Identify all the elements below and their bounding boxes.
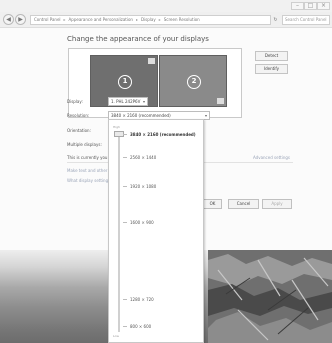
forward-button[interactable]: ▶ — [15, 14, 26, 25]
monitor-indicator-icon — [148, 58, 155, 64]
monitor-indicator-icon — [217, 98, 224, 104]
display-settings-help-link[interactable]: What display setting — [67, 178, 108, 183]
display-label: Display: — [67, 99, 83, 104]
cancel-button[interactable]: Cancel — [228, 199, 259, 209]
search-input[interactable]: Search Control Panel — [282, 15, 330, 25]
multiple-displays-label: Multiple displays: — [67, 142, 102, 147]
back-button[interactable]: ◀ — [3, 14, 14, 25]
display-select[interactable]: 1. PHL 242P6V ▾ — [108, 97, 148, 106]
resolution-option[interactable]: 800 × 600 — [130, 324, 151, 329]
resolution-option[interactable]: 3840 × 2160 (recommended) — [130, 132, 196, 137]
resolution-option[interactable]: 1280 × 720 — [130, 297, 154, 302]
chevron-down-icon: ▾ — [204, 113, 207, 118]
refresh-icon[interactable]: ↻ — [271, 15, 280, 25]
monitor-number-badge: 2 — [187, 75, 201, 89]
close-button[interactable]: × — [317, 2, 330, 10]
monitor-2-preview[interactable]: 2 — [159, 55, 227, 107]
identify-button[interactable]: Identify — [255, 64, 288, 74]
slider-low-label: Low — [113, 334, 119, 338]
slider-tick — [123, 222, 127, 224]
title-bar: – □ × — [0, 0, 332, 12]
minimize-button[interactable]: – — [291, 2, 304, 10]
address-bar[interactable]: Control Panel ▸ Appearance and Personaliza… — [30, 15, 271, 25]
screen-resolution-window: – □ × ◀ ▶ Control Panel ▸ Appearance and P… — [0, 0, 332, 343]
resolution-option[interactable]: 1600 × 900 — [130, 220, 154, 225]
breadcrumb-screen-resolution[interactable]: Screen Resolution — [164, 17, 200, 22]
slider-tick — [123, 134, 127, 135]
resolution-dropdown-popup: High 3840 × 2160 (recommended) 2560 × 144… — [108, 119, 204, 343]
wallpaper-texture-graphic — [208, 250, 332, 343]
display-preview-area: 1 2 — [68, 48, 242, 118]
detect-button[interactable]: Detect — [255, 51, 288, 61]
breadcrumb-separator: ▸ — [158, 17, 161, 22]
resolution-slider-track[interactable] — [118, 131, 120, 332]
resolution-select-value: 3840 × 2160 (recommended) — [111, 113, 171, 118]
apply-button[interactable]: Apply — [262, 199, 292, 209]
slider-tick — [123, 326, 127, 327]
advanced-settings-link[interactable]: Advanced settings — [253, 155, 290, 160]
desktop-wallpaper-texture — [208, 250, 332, 343]
breadcrumb-separator: ▸ — [63, 17, 66, 22]
slider-tick — [123, 185, 127, 187]
make-text-larger-link[interactable]: Make text and other — [67, 168, 107, 173]
orientation-label: Orientation: — [67, 128, 91, 133]
breadcrumb-control-panel[interactable]: Control Panel — [34, 17, 61, 22]
resolution-label: Resolution: — [67, 113, 90, 118]
breadcrumb-display[interactable]: Display — [141, 17, 156, 22]
current-display-info: This is currently you — [67, 155, 108, 160]
breadcrumb-appearance[interactable]: Appearance and Personalization — [69, 17, 133, 22]
slider-high-label: High — [113, 125, 120, 129]
ok-button[interactable]: OK — [203, 199, 222, 209]
monitor-number-badge: 1 — [118, 75, 132, 89]
address-bar-row: ◀ ▶ Control Panel ▸ Appearance and Persona… — [0, 12, 332, 28]
resolution-option[interactable]: 1920 × 1080 — [130, 184, 156, 189]
chevron-down-icon: ▾ — [142, 99, 145, 104]
page-title: Change the appearance of your displays — [67, 35, 209, 43]
maximize-button[interactable]: □ — [304, 2, 317, 10]
slider-tick — [123, 157, 127, 159]
resolution-option[interactable]: 2560 × 1440 — [130, 155, 156, 160]
slider-tick — [123, 299, 127, 301]
breadcrumb-separator: ▸ — [135, 17, 138, 22]
display-select-value: 1. PHL 242P6V — [111, 99, 141, 104]
